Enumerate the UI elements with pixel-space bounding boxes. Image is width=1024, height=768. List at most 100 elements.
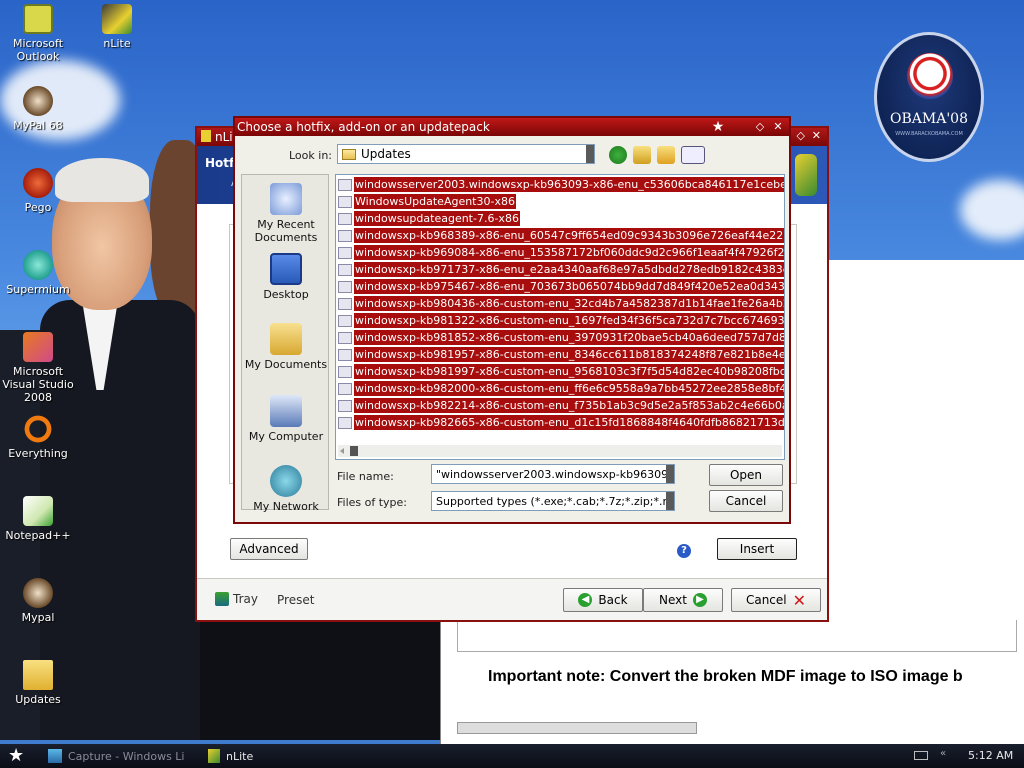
preset-button[interactable]: Preset [277,593,314,607]
outlook-icon [23,4,53,34]
dialog-titlebar[interactable]: Choose a hotfix, add-on or an updatepack… [235,118,789,136]
keyboard-icon[interactable] [914,751,928,760]
new-folder-icon[interactable] [657,146,675,164]
file-name: windowsxp-kb971737-x86-enu_e2aa4340aaf68… [354,262,784,277]
view-menu-icon[interactable] [681,146,705,164]
horizontal-scrollbar[interactable] [338,445,782,457]
desktop-icon-label: Microsoft Outlook [12,37,64,63]
scroll-left-icon[interactable] [340,448,344,454]
file-item[interactable]: windowsserver2003.windowsxp-kb963093-x86… [338,177,784,192]
desktop-icon-supermium[interactable]: Supermium [0,250,78,296]
desktop-icon-label: Mypal [21,611,55,624]
file-item[interactable]: windowsupdateagent-7.6-x86 [338,211,520,226]
task-capture[interactable]: Capture - Windows Li [44,746,194,766]
file-item[interactable]: windowsxp-kb980436-x86-custom-enu_32cd4b… [338,296,784,311]
task-label: Capture - Windows Li [68,749,185,763]
file-name: windowsupdateagent-7.6-x86 [354,211,520,226]
file-item[interactable]: windowsxp-kb982665-x86-custom-enu_d1c15f… [338,415,784,430]
cancel-button[interactable]: Cancel ✕ [731,588,821,612]
file-name-label: File name: [337,470,394,483]
document-box [457,620,1017,652]
place-my-computer[interactable]: My Computer [242,395,330,443]
next-label: Next [659,593,687,607]
nlite-logo-icon [795,154,817,196]
file-item[interactable]: WindowsUpdateAgent30-x86 [338,194,516,209]
file-item[interactable]: windowsxp-kb971737-x86-enu_e2aa4340aaf68… [338,262,784,277]
desktop-icon-pego[interactable]: Pego [0,168,78,214]
open-button[interactable]: Open [709,464,783,486]
horizontal-scrollbar[interactable] [457,722,697,734]
place-my-documents[interactable]: My Documents [242,323,330,371]
start-star-icon[interactable]: ★ [8,746,24,766]
next-arrow-icon: ▶ [692,593,707,607]
file-item[interactable]: windowsxp-kb981957-x86-custom-enu_8346cc… [338,347,784,362]
back-icon[interactable] [609,146,627,164]
desktop-icon-everything[interactable]: Everything [0,414,78,460]
look-in-label: Look in: [289,149,332,162]
places-bar: My Recent Documents Desktop My Documents… [241,174,330,513]
next-button[interactable]: Next ▶ [643,588,723,612]
place-label: My Computer [248,430,324,443]
chevron-down-icon[interactable] [586,145,594,163]
file-list[interactable]: windowsserver2003.windowsxp-kb963093-x86… [335,174,785,460]
mypal-icon [23,578,53,608]
desktop-icon-notepadpp[interactable]: Notepad++ [0,496,78,542]
badge-subtext: WWW.BARACKOBAMA.COM [895,131,963,137]
place-recent-documents[interactable]: My Recent Documents [242,183,330,244]
restore-icon[interactable]: ◇ [797,129,805,142]
nlite-icon [102,4,132,34]
capture-icon [48,749,62,763]
place-desktop[interactable]: Desktop [242,253,330,301]
scroll-thumb[interactable] [350,446,358,456]
look-in-combo[interactable]: Updates [337,144,595,164]
open-label: Open [729,468,763,482]
supermium-icon [23,250,53,280]
place-label: My Network [253,500,319,513]
advanced-button[interactable]: Advanced [230,538,308,560]
tray-arrow-icon[interactable]: « [940,748,946,759]
restore-icon[interactable]: ◇ [753,120,767,134]
file-icon [338,314,352,327]
file-name-input[interactable]: "windowsserver2003.windowsxp-kb963093-x8… [431,464,675,484]
desktop-icon-outlook[interactable]: Microsoft Outlook [0,4,78,63]
file-item[interactable]: windowsxp-kb975467-x86-enu_703673b065074… [338,279,784,294]
clock[interactable]: 5:12 AM [968,749,1013,762]
close-icon[interactable]: ✕ [812,129,821,142]
file-item[interactable]: windowsxp-kb981852-x86-custom-enu_397093… [338,330,784,345]
desktop-icon-visual-studio[interactable]: Microsoft Visual Studio 2008 [0,332,78,404]
dialog-cancel-button[interactable]: Cancel [709,490,783,512]
desktop-icon-label: Microsoft Visual Studio 2008 [2,365,74,404]
file-type-select[interactable]: Supported types (*.exe;*.cab;*.7z;*.zip;… [431,491,675,511]
file-item[interactable]: windowsxp-kb982000-x86-custom-enu_ff6e6c… [338,381,784,396]
desktop-icon-mypal[interactable]: Mypal [0,578,78,624]
help-icon[interactable]: ? [677,544,691,558]
file-item[interactable]: windowsxp-kb969084-x86-enu_153587172bf06… [338,245,784,260]
pego-icon [23,168,53,198]
task-nlite[interactable]: nLite [204,746,334,766]
folder-icon [23,660,53,690]
close-icon[interactable]: ✕ [771,120,785,134]
insert-button[interactable]: Insert [717,538,797,560]
chevron-down-icon[interactable] [666,492,674,510]
file-item[interactable]: windowsxp-kb981997-x86-custom-enu_956810… [338,364,784,379]
back-button[interactable]: ◀ Back [563,588,643,612]
recent-documents-icon [270,183,302,215]
place-my-network[interactable]: My Network [242,465,330,513]
desktop-icon-nlite[interactable]: nLite [77,4,157,50]
desktop-icon-updates[interactable]: Updates [0,660,78,706]
file-item[interactable]: windowsxp-kb981322-x86-custom-enu_1697fe… [338,313,784,328]
file-item[interactable]: windowsxp-kb982214-x86-custom-enu_f735b1… [338,398,784,413]
up-folder-icon[interactable] [633,146,651,164]
chevron-down-icon[interactable] [666,465,674,483]
desktop-icon-mypal68[interactable]: MyPal 68 [0,86,78,132]
desktop-icon [270,253,302,285]
dialog-title: Choose a hotfix, add-on or an updatepack [237,120,490,134]
file-name: windowsxp-kb980436-x86-custom-enu_32cd4b… [354,296,784,311]
badge-text: OBAMA'08 [890,111,968,127]
file-name: windowsxp-kb982000-x86-custom-enu_ff6e6c… [354,381,784,396]
tray-button[interactable]: Tray [215,592,258,606]
place-label: My Recent Documents [254,218,318,244]
file-icon [338,416,352,429]
file-item[interactable]: windowsxp-kb968389-x86-enu_60547c9ff654e… [338,228,784,243]
file-name: windowsxp-kb975467-x86-enu_703673b065074… [354,279,784,294]
